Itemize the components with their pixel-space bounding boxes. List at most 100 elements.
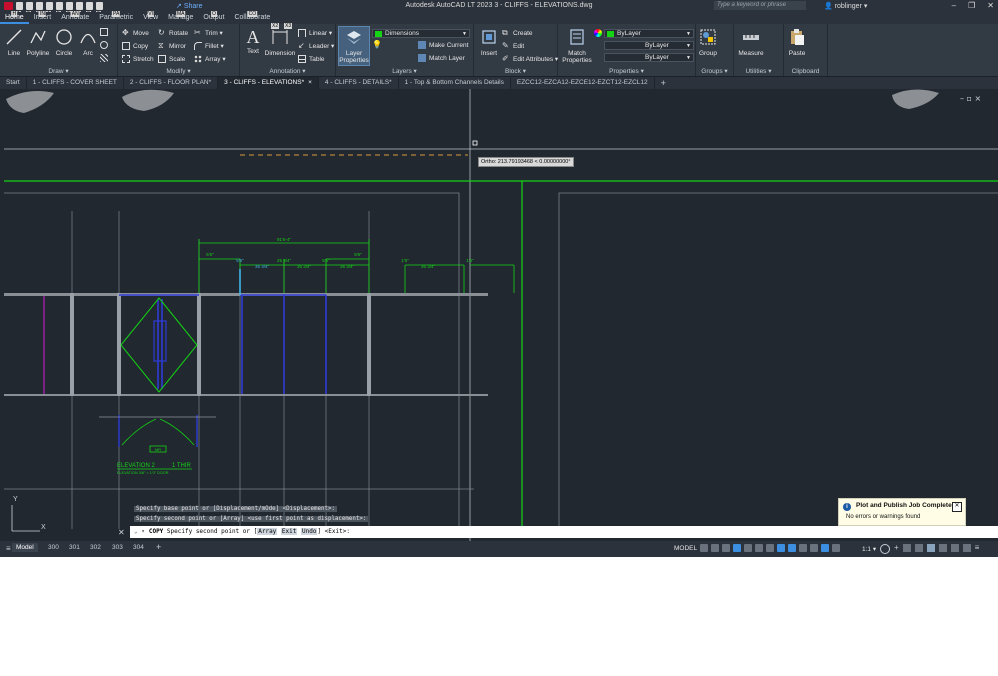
edit-block-button[interactable]: ✎ Edit	[502, 42, 524, 50]
layout-tab-model[interactable]: Model	[12, 543, 38, 552]
match-layer-button[interactable]: Match Layer	[418, 54, 465, 62]
isodraft-icon[interactable]	[755, 544, 763, 552]
file-tab[interactable]: 1 - CLIFFS - COVER SHEET	[27, 77, 124, 89]
file-tab[interactable]: Start	[0, 77, 27, 89]
paste-button[interactable]: Paste	[786, 28, 808, 57]
model-space-toggle[interactable]: MODEL	[674, 545, 697, 552]
layer-state-icons[interactable]: 💡	[372, 41, 382, 49]
object-snap-tracking-icon[interactable]	[766, 544, 774, 552]
command-line-input[interactable]: ⌄ ▾ COPY Specify second point or [Array E…	[130, 526, 998, 538]
transparency-icon[interactable]	[799, 544, 807, 552]
tab-annotate[interactable]: AN Annotate	[56, 11, 94, 24]
ortho-icon[interactable]	[733, 544, 741, 552]
text-button[interactable]: A Text	[244, 28, 262, 55]
tab-home[interactable]: H Home	[0, 11, 29, 24]
dimension-button[interactable]: Dimension	[264, 28, 296, 57]
match-properties-button[interactable]: Match Properties	[562, 28, 592, 64]
restore-icon[interactable]: ❐	[968, 1, 975, 10]
circle-button[interactable]: Circle	[54, 28, 74, 57]
isolate-objects-icon[interactable]	[950, 544, 959, 552]
group-button[interactable]: Group	[698, 28, 718, 57]
add-layout-button[interactable]: +	[156, 542, 161, 552]
stretch-button[interactable]: Stretch	[122, 55, 154, 63]
block-panel-title[interactable]: Block ▾	[474, 67, 557, 75]
groups-panel-title[interactable]: Groups ▾	[696, 67, 733, 75]
make-current-button[interactable]: Make Current	[418, 41, 468, 49]
command-option-undo[interactable]: Undo	[301, 528, 318, 535]
layout-tab[interactable]: 302	[90, 544, 101, 551]
linetype-dropdown[interactable]: ByLayer ▼	[604, 41, 694, 50]
table-button[interactable]: Table	[298, 55, 325, 63]
edit-attributes-button[interactable]: ✐ Edit Attributes ▾	[502, 55, 558, 64]
draw-panel-title[interactable]: Draw ▾	[0, 67, 117, 75]
file-tab[interactable]: 4 - CLIFFS - DETAILS*	[319, 77, 399, 89]
tab-collaborate[interactable]: CO Collaborate	[229, 11, 275, 24]
tab-view[interactable]: VI View	[138, 11, 163, 24]
tab-manage[interactable]: MA Manage	[163, 11, 198, 24]
color-wheel-button[interactable]	[594, 29, 602, 37]
lineweight-icon[interactable]	[788, 544, 796, 552]
plot-status-icon[interactable]	[926, 544, 935, 552]
quick-properties-icon[interactable]	[914, 544, 923, 552]
hardware-acceleration-icon[interactable]	[938, 544, 947, 552]
command-option-array[interactable]: Array	[257, 528, 278, 535]
layer-dropdown[interactable]: Dimensions ▼	[372, 29, 470, 38]
annotation-visibility-icon[interactable]	[821, 544, 829, 552]
file-tab[interactable]: 2 - CLIFFS - FLOOR PLAN*	[124, 77, 219, 89]
insert-button[interactable]: Insert	[478, 28, 500, 57]
close-command-line-icon[interactable]: ✕	[118, 528, 125, 537]
layout-tab[interactable]: 303	[112, 544, 123, 551]
grid-icon[interactable]	[700, 544, 708, 552]
command-option-exit[interactable]: Exit	[280, 528, 298, 535]
rotate-button[interactable]: ↻ Rotate	[158, 29, 188, 37]
notification-message[interactable]: No errors or warnings found	[846, 514, 920, 520]
notification-close-icon[interactable]: ✕	[952, 502, 962, 512]
mirror-button[interactable]: ⧖ Mirror	[158, 42, 186, 50]
color-dropdown[interactable]: ByLayer ▼	[604, 29, 694, 38]
tab-insert[interactable]: IN Insert	[29, 11, 57, 24]
move-button[interactable]: ✥ Move	[122, 29, 149, 37]
file-tab[interactable]: EZCC12-EZCA12-EZCE12-EZCT12-EZCL12	[511, 77, 655, 89]
hatch-button[interactable]	[100, 41, 108, 49]
close-icon[interactable]: ✕	[987, 1, 994, 10]
modify-panel-title[interactable]: Modify ▾	[118, 67, 239, 75]
utilities-panel-title[interactable]: Utilities ▾	[734, 67, 783, 75]
annotation-panel-title[interactable]: Annotation ▾	[240, 67, 335, 75]
scale-button[interactable]: Scale	[158, 55, 185, 63]
units-icon[interactable]	[902, 544, 911, 552]
selection-cycling-icon[interactable]	[810, 544, 818, 552]
settings-gear-icon[interactable]	[880, 544, 890, 554]
line-button[interactable]: Line	[4, 28, 24, 57]
search-input[interactable]: Type a keyword or phrase	[714, 1, 806, 10]
annotation-scale-dropdown[interactable]: 1:1 ▾	[862, 545, 876, 553]
layout-tab[interactable]: 304	[133, 544, 144, 551]
create-block-button[interactable]: ⧉ Create	[502, 29, 533, 37]
copy-button[interactable]: Copy	[122, 42, 148, 50]
polyline-button[interactable]: Polyline	[26, 28, 50, 57]
array-button[interactable]: Array ▾	[194, 55, 226, 63]
gradient-button[interactable]	[100, 54, 108, 62]
layout-tab[interactable]: 300	[48, 544, 59, 551]
user-account[interactable]: 👤 roblinger ▾	[824, 2, 867, 10]
polar-tracking-icon[interactable]	[744, 544, 752, 552]
lineweight-dropdown[interactable]: ByLayer ▼	[604, 53, 694, 62]
minimize-icon[interactable]: –	[952, 1, 956, 10]
tab-output[interactable]: O Output	[198, 11, 229, 24]
file-tab[interactable]: 1 - Top & Bottom Channels Details	[399, 77, 511, 89]
arc-button[interactable]: Arc	[78, 28, 98, 57]
plus-icon[interactable]: +	[894, 544, 899, 554]
file-tab-active[interactable]: 3 - CLIFFS - ELEVATIONS* ×	[218, 77, 319, 89]
tab-parametric[interactable]: PA Parametric	[94, 11, 138, 24]
layout-tab[interactable]: 301	[69, 544, 80, 551]
new-tab-button[interactable]: +	[655, 77, 672, 89]
rectangle-button[interactable]	[100, 28, 108, 36]
object-snap-icon[interactable]	[777, 544, 785, 552]
infer-constraints-icon[interactable]	[722, 544, 730, 552]
plot-publish-notification[interactable]: i Plot and Publish Job Complete No error…	[838, 498, 966, 526]
fillet-button[interactable]: Fillet ▾	[194, 42, 224, 50]
auto-scale-icon[interactable]	[832, 544, 840, 552]
leader-button[interactable]: ↙ Leader ▾	[298, 42, 334, 51]
command-line-customize-icon[interactable]: ⌄ ▾	[130, 528, 149, 535]
measure-button[interactable]: Measure	[736, 28, 766, 57]
trim-button[interactable]: ✂ Trim ▾	[194, 29, 223, 38]
